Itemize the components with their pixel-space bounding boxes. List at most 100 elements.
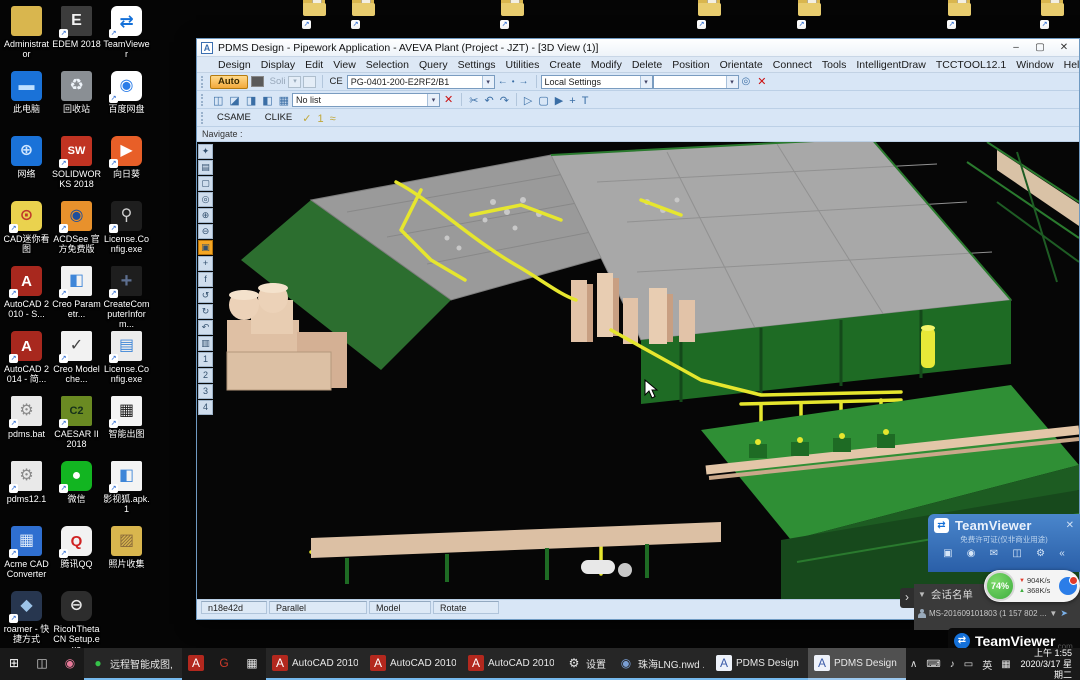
taskbar-button[interactable]: A AutoCAD 2010... — [462, 648, 560, 680]
taskbar-button[interactable]: A AutoCAD 2010... — [364, 648, 462, 680]
menu-item[interactable]: Modify — [586, 59, 627, 71]
desktop-icon[interactable]: Q 腾讯QQ — [52, 524, 101, 589]
clike-button[interactable]: CLIKE — [258, 111, 299, 125]
desktop-icon[interactable]: SW SOLIDWORKS 2018 — [52, 134, 101, 199]
toolbar-grip[interactable] — [201, 112, 206, 124]
view-tool-button[interactable]: ↶ — [198, 320, 213, 335]
menu-item[interactable]: Position — [667, 59, 714, 71]
desktop-icon[interactable]: ⊕ 网络 — [2, 134, 51, 199]
menu-item[interactable]: Tools — [817, 59, 852, 71]
tray-icon[interactable]: ⌨ — [926, 659, 940, 670]
desktop-icon[interactable]: ◉ 百度网盘 — [102, 69, 151, 134]
toolbar-icon[interactable]: ◫ — [210, 95, 226, 107]
desktop-icon[interactable]: ⚙ pdms.bat — [2, 394, 51, 459]
desktop-icon[interactable]: ◧ Creo Parametr... — [52, 264, 101, 329]
view-tool-button[interactable]: 1 — [198, 352, 213, 367]
view-tool-button[interactable]: ⊕ — [198, 208, 213, 223]
view-tool-button[interactable]: + — [198, 256, 213, 271]
menu-item[interactable]: Connect — [768, 59, 817, 71]
toolbar-icon[interactable]: T — [579, 95, 592, 107]
taskbar-button[interactable]: A PDMS Design ... — [710, 648, 808, 680]
view-tool-button[interactable]: ↺ — [198, 288, 213, 303]
view-tool-button[interactable]: ▣ — [198, 240, 213, 255]
close-button[interactable]: ✕ — [1057, 42, 1071, 53]
panel-collapse-chevron[interactable]: › — [900, 588, 914, 608]
teamviewer-tool-icon[interactable]: ◉ — [967, 548, 976, 559]
folder-icon[interactable] — [698, 0, 724, 26]
taskbar-button[interactable]: A PDMS Design ... — [808, 648, 906, 680]
toolbar-icon[interactable]: + — [566, 95, 578, 107]
hidden-icons-chevron[interactable]: ∧ — [910, 659, 917, 670]
menu-item[interactable]: Window — [1011, 59, 1058, 71]
taskbar-button[interactable]: A — [182, 648, 210, 680]
session-entry[interactable]: MS-201609101803 (1 157 802 ... ▼ ➤ — [918, 608, 1076, 619]
forward-arrow-button[interactable]: → — [516, 76, 532, 87]
desktop-icon[interactable]: ▬ 此电脑 — [2, 69, 51, 134]
menu-item[interactable]: Display — [256, 59, 300, 71]
desktop-icon[interactable]: E EDEM 2018 — [52, 4, 101, 69]
view-tool-button[interactable]: ◎ — [198, 192, 213, 207]
desktop-icon[interactable]: ● 微信 — [52, 459, 101, 524]
toolbar-icon[interactable]: ✂ — [466, 95, 481, 107]
chevron-down-icon[interactable]: ▾ — [726, 76, 738, 88]
folder-icon[interactable] — [1041, 0, 1067, 26]
toolbar-grip[interactable] — [201, 76, 206, 88]
folder-icon[interactable] — [948, 0, 974, 26]
taskbar-button[interactable]: G — [210, 648, 238, 680]
desktop-icon[interactable]: A AutoCAD 2010 - S... — [2, 264, 51, 329]
menu-item[interactable]: Settings — [453, 59, 501, 71]
desktop-icon[interactable]: ▶ 向日葵 — [102, 134, 151, 199]
toolbar-icon[interactable]: ▶ — [552, 95, 566, 107]
folder-icon[interactable] — [303, 0, 329, 26]
toolbar-icon[interactable]: ▦ — [276, 95, 292, 107]
toolbar-icon[interactable]: ↶ — [481, 95, 496, 107]
toolbar-icon[interactable]: ◨ — [243, 95, 259, 107]
taskbar-button[interactable]: ● 远程智能成图, ... — [84, 648, 182, 680]
view-tool-button[interactable]: ↻ — [198, 304, 213, 319]
view-tool-button[interactable]: ✦ — [198, 144, 213, 159]
view-tool-button[interactable]: ▤ — [198, 160, 213, 175]
desktop-icon[interactable]: ⊙ CAD迷你看图 — [2, 199, 51, 264]
folder-icon[interactable] — [352, 0, 378, 26]
menu-item[interactable]: Utilities — [501, 59, 545, 71]
desktop-icon[interactable]: ⇄ TeamViewer — [102, 4, 151, 69]
chevron-down-icon[interactable]: ▾ — [427, 94, 439, 106]
taskbar-button[interactable]: A AutoCAD 2010... — [266, 648, 364, 680]
secondary-combobox[interactable]: ▾ — [653, 75, 739, 89]
minimize-button[interactable]: – — [1009, 42, 1023, 53]
toolbar-icon[interactable]: ↷ — [497, 95, 512, 107]
taskbar-clock[interactable]: 上午 1:55 2020/3/17 星期二 — [1015, 648, 1080, 680]
taskbar-button[interactable]: ◉ 珠海LNG.nwd ... — [612, 648, 710, 680]
toolbar-icon[interactable]: ◧ — [259, 95, 275, 107]
tray-icon[interactable]: ♪ — [950, 659, 955, 670]
toolbar-icon[interactable]: ✓ — [299, 113, 314, 125]
teamviewer-tool-icon[interactable]: ◫ — [1012, 548, 1021, 559]
desktop-icon[interactable]: ▨ 照片收集 — [102, 524, 151, 589]
csame-button[interactable]: CSAME — [210, 111, 258, 125]
view-tool-button[interactable]: 4 — [198, 400, 213, 415]
desktop-icon[interactable]: + CreateComputerInform... — [102, 264, 151, 329]
toolbar-icon[interactable]: ≈ — [327, 113, 339, 125]
menu-item[interactable]: Help — [1059, 59, 1080, 71]
desktop-icon[interactable]: C2 CAESAR II 2018 — [52, 394, 101, 459]
close-toolbar-icon[interactable]: ✕ — [753, 75, 770, 88]
toolbar-icon[interactable]: ◪ — [226, 95, 242, 107]
list-combobox[interactable]: No list ▾ — [292, 93, 440, 107]
desktop-icon[interactable]: ◉ ACDSee 官方免费版 — [52, 199, 101, 264]
menu-item[interactable]: View — [328, 59, 361, 71]
notification-badge-icon[interactable] — [1059, 577, 1077, 595]
taskbar-button[interactable]: ⚙ 设置 — [560, 648, 612, 680]
desktop-icon[interactable]: ▦ 智能出图 — [102, 394, 151, 459]
back-arrow-button[interactable]: ← — [495, 76, 511, 87]
ime-indicator[interactable]: 英 — [982, 657, 992, 672]
desktop-icon[interactable]: ⚙ pdms12.1 — [2, 459, 51, 524]
chevron-down-icon[interactable]: ▾ — [640, 76, 652, 88]
taskbar-button[interactable]: ▦ — [238, 648, 266, 680]
desktop-icon[interactable]: ▤ License.Config.exe — [102, 329, 151, 394]
folder-icon[interactable] — [501, 0, 527, 26]
menu-item[interactable]: IntelligentDraw — [851, 59, 930, 71]
find-icon[interactable]: ◎ — [739, 76, 754, 87]
desktop-icon[interactable]: ◧ 影视狐.apk.1 — [102, 459, 151, 524]
remote-speed-widget[interactable]: 74% ▼ 904K/s ▲ 368K/s ⚙ — [984, 570, 1080, 602]
folder-icon[interactable] — [798, 0, 824, 26]
